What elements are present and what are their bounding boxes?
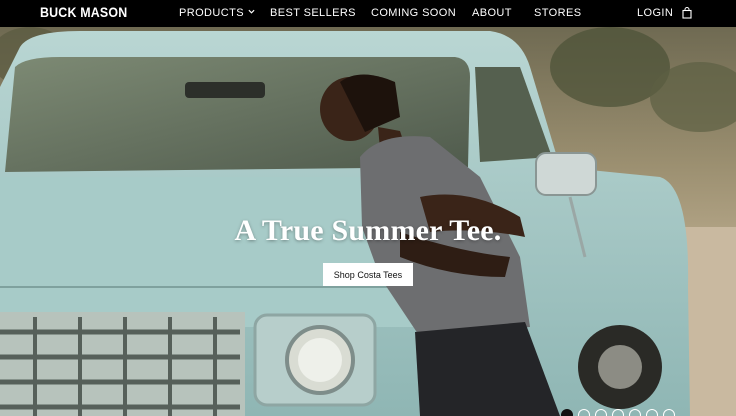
carousel-dot-2[interactable] [578, 409, 590, 416]
nav-item-about[interactable]: ABOUT [472, 7, 512, 19]
top-nav: BUCK MASON PRODUCTS BEST SELLERS COMING … [0, 0, 736, 27]
nav-item-products-label: PRODUCTS [179, 7, 244, 19]
hero-headline: A True Summer Tee. [234, 214, 502, 247]
carousel-dot-1[interactable] [561, 409, 573, 416]
carousel-dot-3[interactable] [595, 409, 607, 416]
nav-item-coming-soon[interactable]: COMING SOON [371, 7, 456, 19]
carousel-dot-5[interactable] [629, 409, 641, 416]
carousel-dot-6[interactable] [646, 409, 658, 416]
nav-links: PRODUCTS BEST SELLERS COMING SOON ABOUT … [0, 0, 736, 27]
nav-item-best-sellers[interactable]: BEST SELLERS [270, 7, 356, 19]
hero-banner[interactable]: A True Summer Tee. Shop Costa Tees [0, 27, 736, 416]
carousel-dot-7[interactable] [663, 409, 675, 416]
carousel-dot-4[interactable] [612, 409, 624, 416]
shop-costa-tees-button[interactable]: Shop Costa Tees [323, 263, 413, 286]
login-link[interactable]: LOGIN [637, 7, 673, 19]
carousel-dots [561, 409, 675, 416]
chevron-down-icon [248, 9, 255, 14]
nav-item-stores[interactable]: STORES [534, 7, 581, 19]
shopping-bag-icon[interactable] [682, 7, 692, 19]
nav-item-products[interactable]: PRODUCTS [179, 7, 255, 19]
